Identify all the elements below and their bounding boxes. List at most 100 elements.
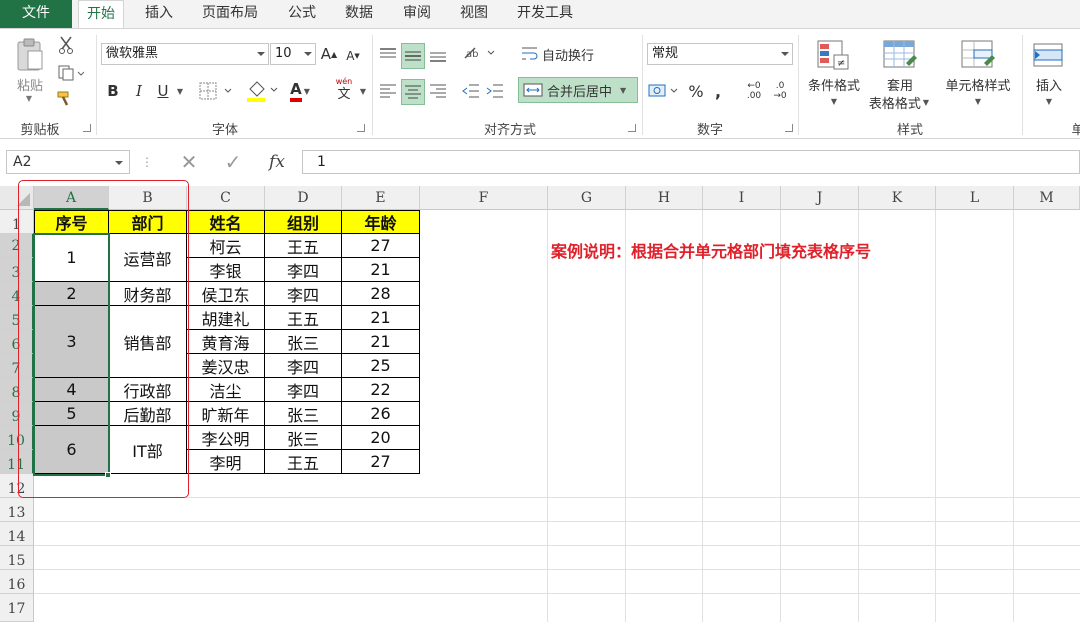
column-header-m[interactable]: M — [1014, 186, 1080, 210]
tab-formulas[interactable]: 公式 — [280, 0, 324, 28]
cut-icon[interactable] — [56, 35, 76, 55]
insert-cells-button[interactable]: 插入 — [1028, 75, 1070, 94]
name-cell[interactable]: 黄育海 — [187, 330, 265, 354]
font-size-select[interactable]: 10 — [270, 43, 316, 65]
name-cell[interactable]: 李银 — [187, 258, 265, 282]
name-cell[interactable]: 李公明 — [187, 426, 265, 450]
comma-style-icon[interactable]: , — [710, 79, 726, 103]
age-cell[interactable]: 27 — [342, 450, 420, 474]
name-cell[interactable]: 旷新年 — [187, 402, 265, 426]
pinyin-dropdown-icon[interactable]: ▼ — [358, 83, 368, 99]
italic-button[interactable]: I — [129, 79, 149, 103]
insert-cells-icon[interactable] — [1030, 37, 1068, 73]
tab-data[interactable]: 数据 — [337, 0, 381, 28]
percent-button[interactable]: % — [686, 79, 706, 103]
insert-dropdown-icon[interactable]: ▼ — [1043, 95, 1055, 107]
age-cell[interactable]: 21 — [342, 330, 420, 354]
group-cell[interactable]: 王五 — [265, 306, 342, 330]
table-header-group[interactable]: 组别 — [265, 210, 342, 234]
more-options-icon[interactable]: ⋮ — [140, 152, 154, 172]
tab-view[interactable]: 视图 — [452, 0, 496, 28]
format-as-table-button[interactable]: 表格格式 ▼ — [864, 93, 934, 112]
font-name-select[interactable]: 微软雅黑 — [101, 43, 269, 65]
paste-button[interactable]: 粘贴 — [12, 75, 48, 94]
group-cell[interactable]: 张三 — [265, 402, 342, 426]
age-cell[interactable]: 21 — [342, 258, 420, 282]
wrap-text-button[interactable]: 自动换行 — [542, 43, 606, 65]
column-header-c[interactable]: C — [187, 186, 265, 210]
group-cell[interactable]: 王五 — [265, 234, 342, 258]
group-cell[interactable]: 李四 — [265, 282, 342, 306]
row-header-15[interactable]: 15 — [0, 546, 34, 570]
wrap-text-icon[interactable] — [520, 43, 540, 65]
worksheet-grid[interactable]: A B C D E F G H I J K L M 1 2 3 4 5 6 7 … — [0, 180, 1080, 622]
cancel-icon[interactable]: ✕ — [176, 150, 202, 174]
column-header-i[interactable]: I — [703, 186, 781, 210]
format-painter-icon[interactable] — [56, 89, 76, 109]
underline-button[interactable]: U — [153, 79, 173, 103]
formula-input[interactable]: 1 — [302, 150, 1080, 174]
tab-insert[interactable]: 插入 — [137, 0, 181, 28]
pinyin-button[interactable]: wén 文 — [330, 75, 358, 105]
merge-center-button[interactable]: 合并后居中 ▼ — [518, 77, 638, 103]
age-cell[interactable]: 21 — [342, 306, 420, 330]
font-color-button[interactable]: A ▼ — [282, 77, 318, 105]
orientation-icon[interactable]: ab — [460, 41, 500, 65]
conditional-formatting-button[interactable]: 条件格式 — [802, 75, 866, 94]
column-header-h[interactable]: H — [626, 186, 703, 210]
name-box[interactable]: A2 — [6, 150, 130, 174]
decrease-decimal-button[interactable]: .0 →0 — [768, 77, 792, 105]
group-cell[interactable]: 张三 — [265, 426, 342, 450]
format-as-table-label-1[interactable]: 套用 — [880, 75, 920, 94]
age-cell[interactable]: 20 — [342, 426, 420, 450]
tab-page-layout[interactable]: 页面布局 — [194, 0, 266, 28]
group-cell[interactable]: 李四 — [265, 258, 342, 282]
column-header-d[interactable]: D — [265, 186, 342, 210]
column-header-f[interactable]: F — [420, 186, 548, 210]
cell-styles-icon[interactable] — [958, 37, 998, 73]
column-header-g[interactable]: G — [548, 186, 626, 210]
number-format-select[interactable]: 常规 — [647, 43, 793, 65]
row-header-14[interactable]: 14 — [0, 522, 34, 546]
table-header-name[interactable]: 姓名 — [187, 210, 265, 234]
shrink-font-button[interactable]: A ▼ — [344, 45, 362, 67]
group-cell[interactable]: 王五 — [265, 450, 342, 474]
age-cell[interactable]: 22 — [342, 378, 420, 402]
decrease-indent-icon[interactable] — [460, 79, 482, 103]
table-header-age[interactable]: 年龄 — [342, 210, 420, 234]
format-as-table-icon[interactable] — [880, 37, 920, 73]
enter-icon[interactable]: ✓ — [220, 150, 246, 174]
align-middle-icon[interactable] — [401, 43, 425, 69]
group-cell[interactable]: 张三 — [265, 330, 342, 354]
accounting-format-icon[interactable] — [647, 79, 681, 103]
copy-icon[interactable] — [56, 63, 86, 83]
column-header-l[interactable]: L — [936, 186, 1014, 210]
increase-indent-icon[interactable] — [484, 79, 506, 103]
tab-home[interactable]: 开始 — [78, 0, 124, 29]
grow-font-button[interactable]: A ▲ — [320, 43, 338, 65]
fill-color-button[interactable] — [244, 77, 280, 105]
tab-file[interactable]: 文件 — [0, 0, 72, 28]
name-cell[interactable]: 侯卫东 — [187, 282, 265, 306]
age-cell[interactable]: 25 — [342, 354, 420, 378]
alignment-launcher-icon[interactable] — [628, 124, 636, 132]
column-header-e[interactable]: E — [342, 186, 420, 210]
font-launcher-icon[interactable] — [357, 124, 365, 132]
name-cell[interactable]: 李明 — [187, 450, 265, 474]
column-header-j[interactable]: J — [781, 186, 859, 210]
align-center-icon[interactable] — [401, 79, 425, 105]
number-launcher-icon[interactable] — [785, 124, 793, 132]
cell-styles-dropdown-icon[interactable]: ▼ — [972, 95, 984, 107]
name-cell[interactable]: 姜汉忠 — [187, 354, 265, 378]
borders-button[interactable] — [198, 79, 234, 103]
paste-dropdown-icon[interactable]: ▼ — [22, 93, 36, 103]
conditional-formatting-icon[interactable]: ≠ — [814, 37, 852, 73]
clipboard-launcher-icon[interactable] — [83, 124, 91, 132]
align-bottom-icon[interactable] — [427, 43, 449, 67]
name-cell[interactable]: 洁尘 — [187, 378, 265, 402]
cell-styles-button[interactable]: 单元格样式 — [938, 75, 1018, 94]
age-cell[interactable]: 28 — [342, 282, 420, 306]
bold-button[interactable]: B — [103, 79, 123, 103]
age-cell[interactable]: 26 — [342, 402, 420, 426]
group-cell[interactable]: 李四 — [265, 354, 342, 378]
